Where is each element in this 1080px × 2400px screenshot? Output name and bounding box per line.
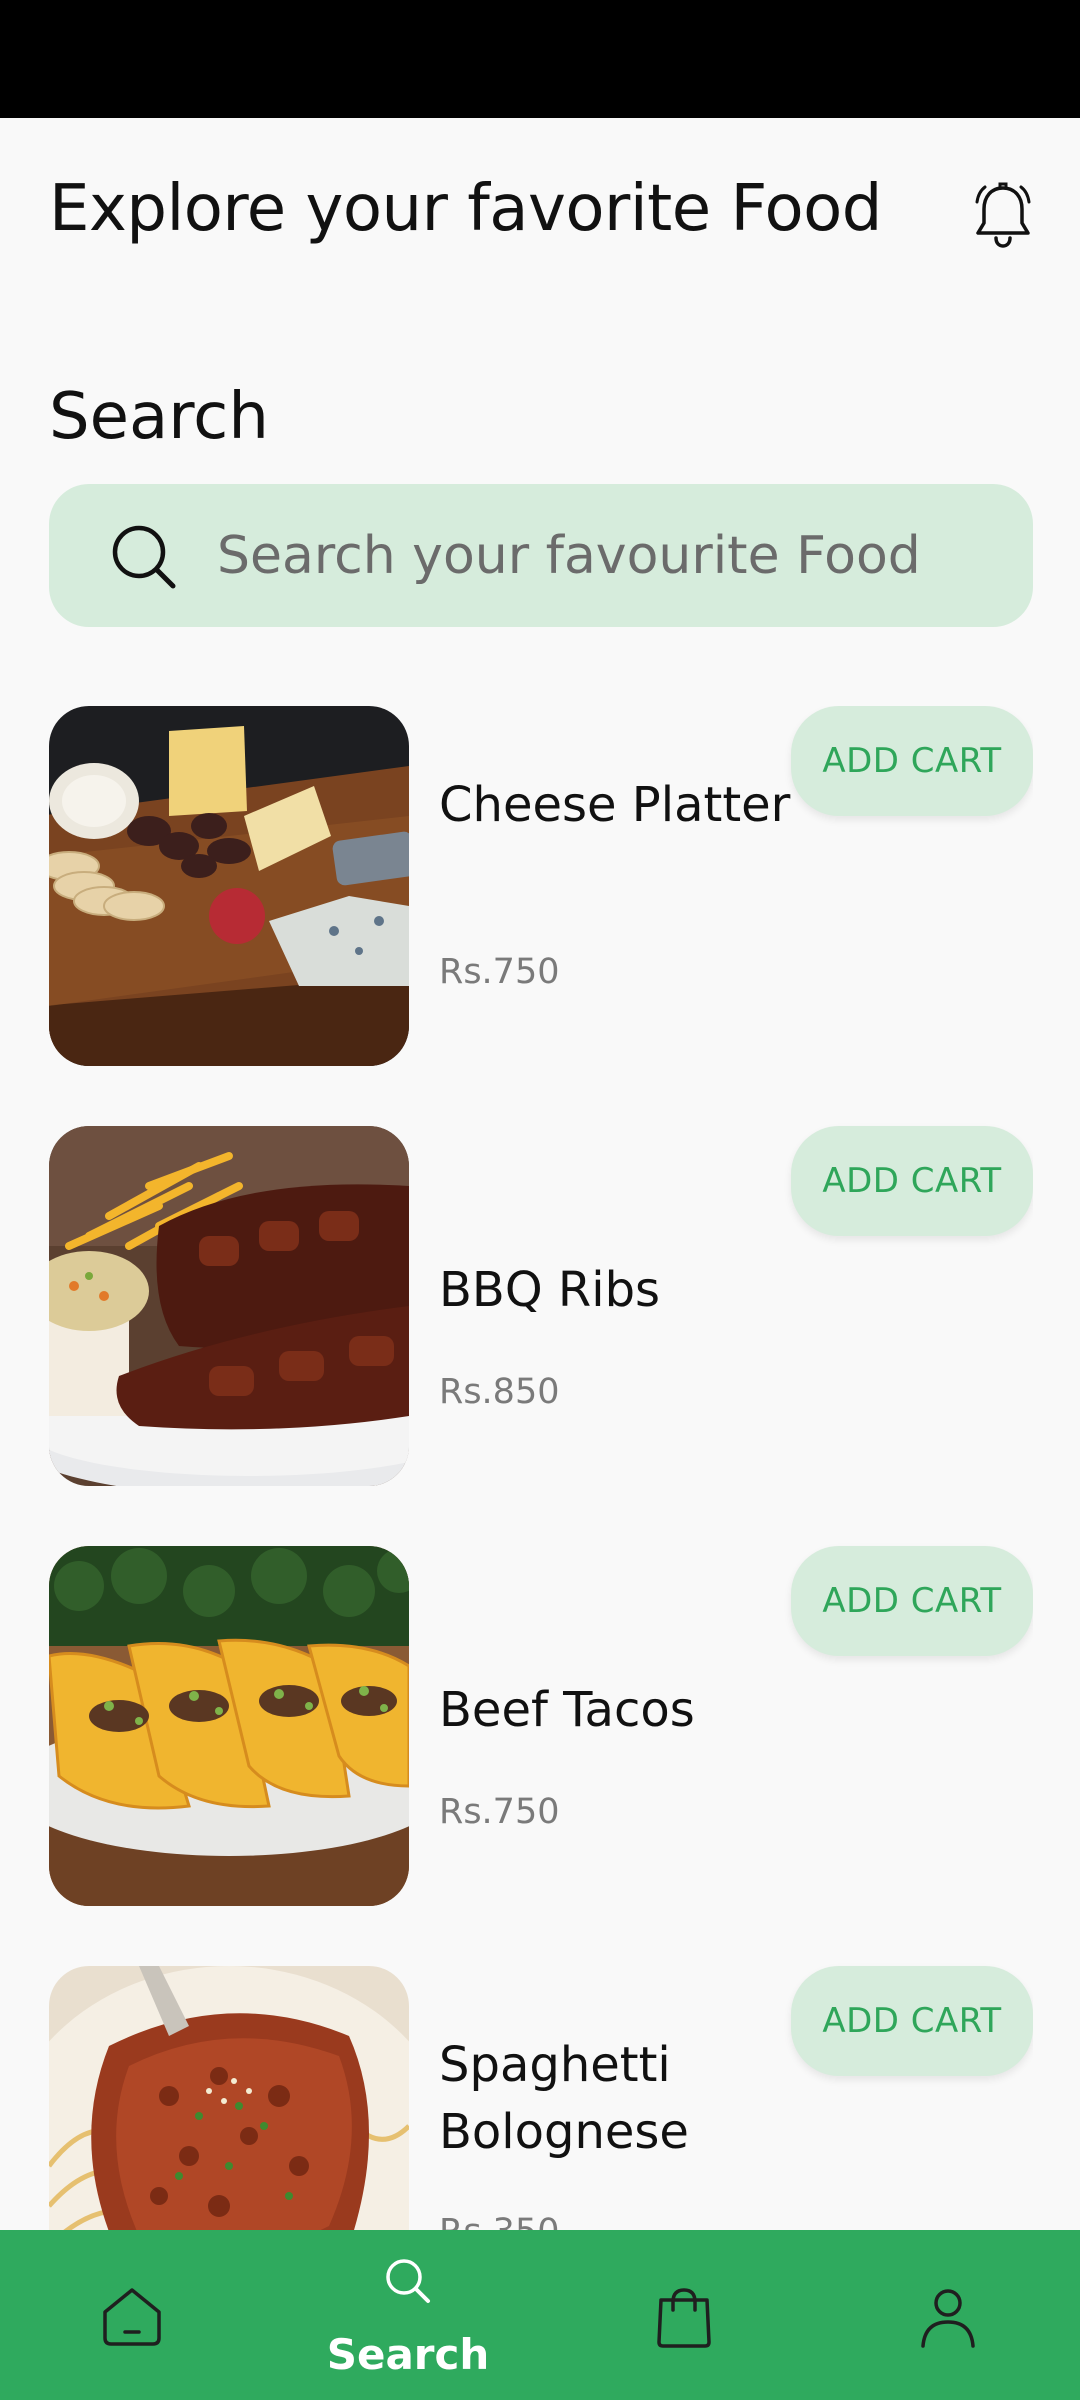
nav-profile[interactable] [848,2230,1048,2400]
nav-search[interactable]: Search [308,2230,508,2400]
bbq-ribs-image [49,1126,409,1486]
food-item-beef-tacos[interactable]: Beef Tacos Rs.750 ADD CART [49,1546,1033,1906]
food-image [49,1966,409,2230]
beef-tacos-image [49,1546,409,1906]
food-price: Rs.750 [439,952,560,992]
status-bar [0,0,1080,118]
food-name: BBQ Ribs [439,1262,661,1318]
add-cart-button[interactable]: ADD CART [791,1546,1033,1656]
food-price: Rs.750 [439,1792,560,1832]
section-title: Search [49,380,269,454]
shopping-bag-icon [657,2288,711,2348]
food-name: Spaghetti Bolognese [439,2037,689,2160]
food-item-bbq-ribs[interactable]: BBQ Ribs Rs.850 ADD CART [49,1126,1033,1486]
food-price: Rs.850 [439,1372,560,1412]
add-cart-button[interactable]: ADD CART [791,1126,1033,1236]
add-cart-button[interactable]: ADD CART [791,706,1033,816]
nav-cart[interactable] [584,2230,784,2400]
search-icon [112,525,176,589]
food-image [49,706,409,1066]
food-item-spaghetti-bolognese[interactable]: Spaghetti Bolognese Rs.350 ADD CART [49,1966,1033,2230]
spaghetti-bolognese-image [49,1966,409,2230]
food-list: Cheese Platter Rs.750 ADD CART BBQ Ribs … [49,706,1033,2230]
food-image [49,1546,409,1906]
food-image [49,1126,409,1486]
search-input[interactable] [217,514,1007,598]
search-icon [386,2259,430,2303]
profile-icon [921,2289,975,2348]
header: Explore your favorite Food [49,172,1034,262]
nav-home[interactable] [32,2230,232,2400]
add-cart-button[interactable]: ADD CART [791,1966,1033,2076]
nav-search-label: Search [326,2330,490,2379]
cheese-platter-image [49,706,409,1066]
food-name: Beef Tacos [439,1682,695,1738]
food-item-cheese-platter[interactable]: Cheese Platter Rs.750 ADD CART [49,706,1033,1066]
bell-icon[interactable] [972,182,1034,250]
food-price: Rs.350 [439,2212,559,2230]
food-name: Cheese Platter [439,777,791,833]
page-title: Explore your favorite Food [49,172,882,246]
home-icon [103,2288,161,2346]
search-bar[interactable] [49,484,1033,627]
bottom-nav: Search [0,2230,1080,2400]
